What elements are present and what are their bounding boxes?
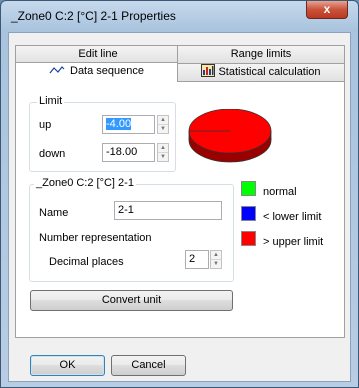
wave-icon xyxy=(49,66,65,74)
legend-swatch-upper xyxy=(241,231,256,246)
spin-up-icon: ▲ xyxy=(158,144,168,153)
tab-edit-line[interactable]: Edit line xyxy=(15,45,181,63)
convert-unit-button[interactable]: Convert unit xyxy=(30,290,233,311)
up-limit-spinner[interactable]: ▲ ▼ xyxy=(157,115,169,134)
name-input[interactable]: 2-1 xyxy=(114,201,222,220)
down-limit-spinner[interactable]: ▲ ▼ xyxy=(157,143,169,162)
spin-down-icon: ▼ xyxy=(160,126,166,132)
spin-up-icon: ▲ xyxy=(158,116,168,125)
title-bar[interactable]: _Zone0 C:2 [°C] 2-1 Properties x xyxy=(1,1,358,31)
legend-label-lower: < lower limit xyxy=(263,211,322,223)
tab-data-sequence[interactable]: Data sequence xyxy=(15,62,178,82)
name-label: Name xyxy=(39,207,69,219)
legend-label-upper: > upper limit xyxy=(263,236,324,248)
legend-swatch-normal xyxy=(241,181,256,196)
tab-label: Data sequence xyxy=(70,65,144,77)
down-limit-input[interactable]: -18.00 xyxy=(102,143,155,162)
properties-window: _Zone0 C:2 [°C] 2-1 Properties x Edit li… xyxy=(0,0,359,388)
decimal-places-label: Decimal places xyxy=(49,256,124,268)
tab-range-limits[interactable]: Range limits xyxy=(177,45,345,63)
limit-pie-chart xyxy=(188,109,272,163)
up-limit-input[interactable]: -4.00 xyxy=(102,115,155,134)
spin-up-icon: ▲ xyxy=(211,251,221,260)
close-button[interactable]: x xyxy=(306,1,348,19)
window-title: _Zone0 C:2 [°C] 2-1 Properties xyxy=(11,9,176,23)
tab-label: Edit line xyxy=(78,48,118,60)
tab-label: Statistical calculation xyxy=(218,66,321,78)
up-label: up xyxy=(39,119,52,131)
limit-group-title: Limit xyxy=(37,95,65,107)
spin-down-icon: ▼ xyxy=(160,154,166,160)
legend-label-normal: normal xyxy=(263,186,297,198)
decimal-places-input[interactable]: 2 xyxy=(185,250,209,269)
legend-swatch-lower xyxy=(241,206,256,221)
statistics-icon xyxy=(201,64,216,77)
close-icon: x xyxy=(323,2,331,16)
number-representation-label: Number representation xyxy=(39,232,152,244)
tab-statistical-calculation[interactable]: Statistical calculation xyxy=(177,63,345,81)
down-label: down xyxy=(39,148,66,160)
channel-group-title: _Zone0 C:2 [°C] 2-1 xyxy=(34,177,136,189)
tab-label: Range limits xyxy=(230,48,292,60)
up-limit-value: -4.00 xyxy=(106,118,132,130)
spin-down-icon: ▼ xyxy=(213,261,219,267)
decimal-places-spinner[interactable]: ▲ ▼ xyxy=(210,250,222,269)
cancel-button[interactable]: Cancel xyxy=(111,355,186,376)
ok-button[interactable]: OK xyxy=(30,355,105,376)
